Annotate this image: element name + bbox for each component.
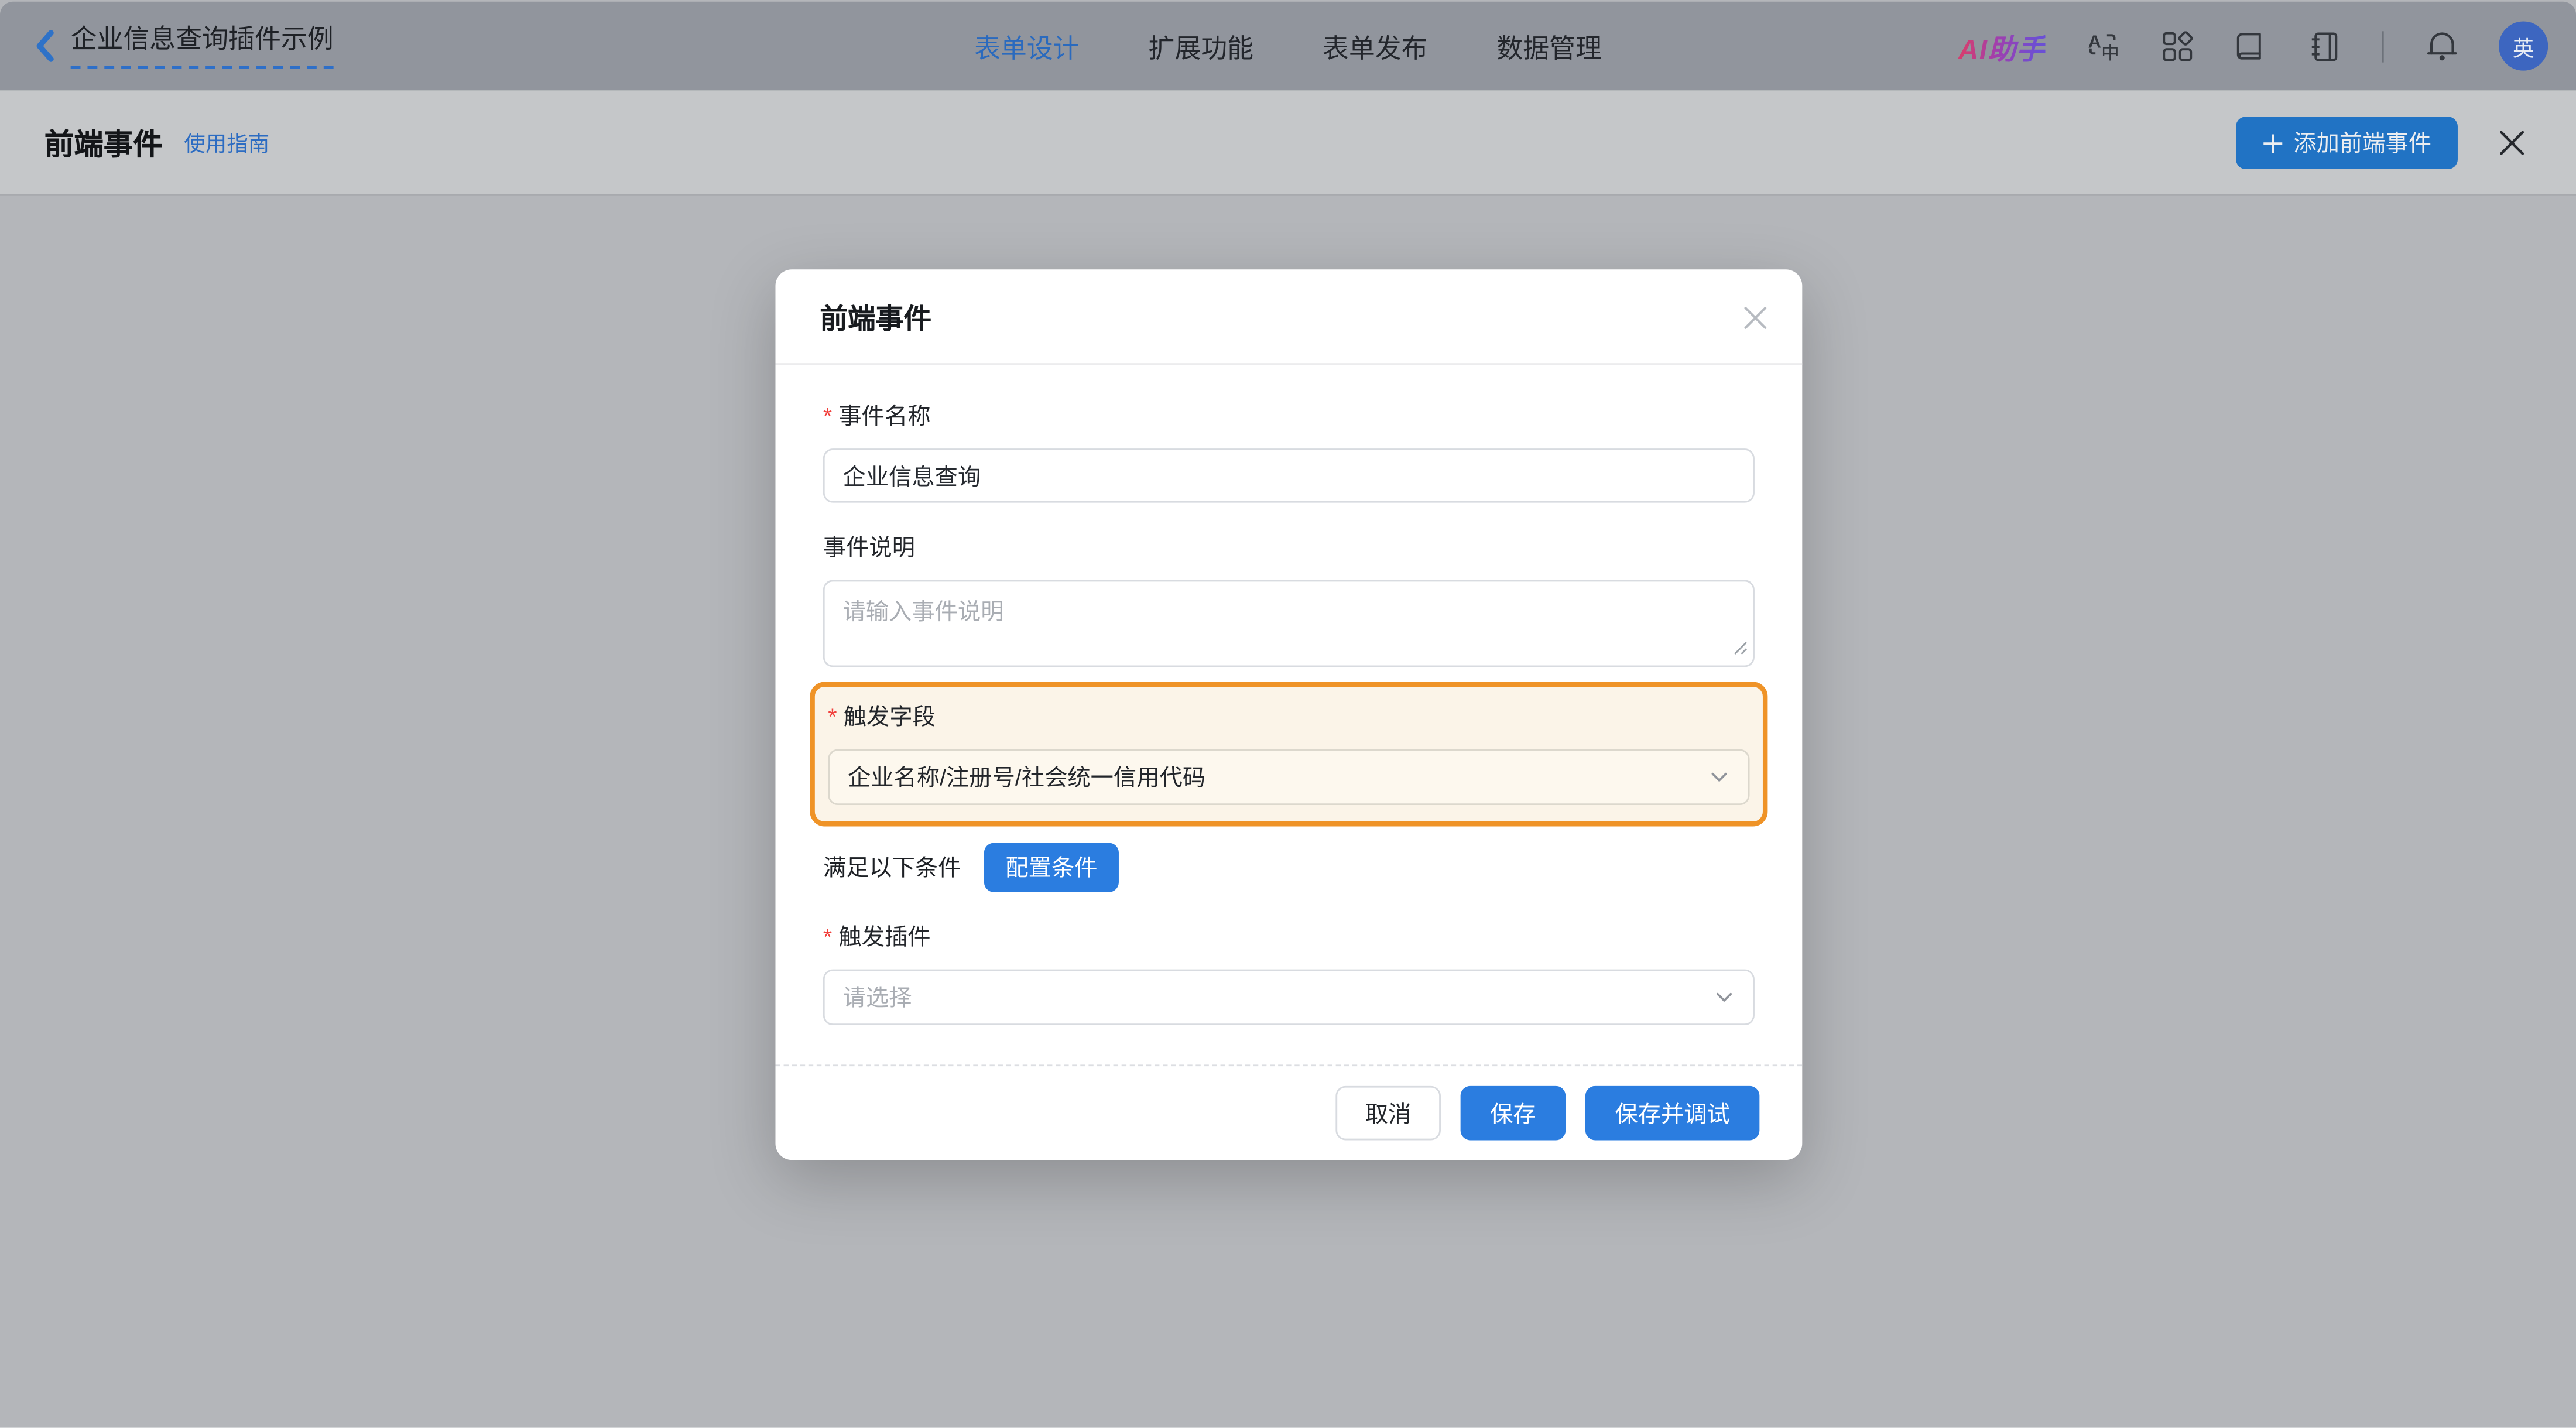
- back-button[interactable]: [35, 30, 56, 63]
- resize-handle[interactable]: [1733, 634, 1748, 660]
- save-and-debug-button[interactable]: 保存并调试: [1585, 1085, 1760, 1141]
- screenshot-viewport: 企业信息查询插件示例 表单设计 扩展功能 表单发布 数据管理 AI助手 A 中: [0, 0, 2576, 1428]
- dialog-header: 前端事件: [775, 269, 1803, 365]
- tab-form-design[interactable]: 表单设计: [974, 26, 1080, 66]
- usage-guide-link[interactable]: 使用指南: [184, 126, 269, 157]
- trigger-field-value: 企业名称/注册号/社会统一信用代码: [847, 763, 1206, 790]
- event-name-value: 企业信息查询: [842, 462, 981, 489]
- dialog-body: * 事件名称 企业信息查询 事件说明 请输入事件说明 * 触发字段 企业名称/注…: [775, 401, 1802, 1026]
- book-icon[interactable]: [2234, 30, 2267, 63]
- close-icon: [1744, 306, 1767, 328]
- ai-assistant-logo[interactable]: AI助手: [1958, 25, 2046, 66]
- required-mark: *: [823, 402, 833, 429]
- plus-icon: [2263, 133, 2283, 153]
- trigger-field-select[interactable]: 企业名称/注册号/社会统一信用代码: [828, 749, 1750, 805]
- tab-form-publish[interactable]: 表单发布: [1323, 26, 1428, 66]
- back-chevron-icon: [36, 30, 54, 62]
- event-name-label: 事件名称: [838, 402, 931, 429]
- save-button[interactable]: 保存: [1460, 1085, 1566, 1141]
- trigger-field-highlight-box: * 触发字段 企业名称/注册号/社会统一信用代码: [810, 682, 1768, 827]
- event-desc-placeholder: 请输入事件说明: [842, 598, 1004, 625]
- condition-row: 满足以下条件 配置条件: [823, 843, 1755, 892]
- configure-condition-button[interactable]: 配置条件: [984, 843, 1119, 892]
- required-mark: *: [828, 703, 837, 730]
- add-frontend-event-button[interactable]: 添加前端事件: [2236, 117, 2458, 170]
- translate-icon[interactable]: A 中: [2087, 30, 2119, 63]
- trigger-field-label-row: * 触发字段: [828, 701, 1749, 732]
- top-nav-bar: 企业信息查询插件示例 表单设计 扩展功能 表单发布 数据管理 AI助手 A 中: [0, 1, 2576, 91]
- topbar-divider: [2382, 30, 2384, 62]
- toolbar-title: 前端事件: [44, 127, 163, 160]
- document-title[interactable]: 企业信息查询插件示例: [70, 24, 334, 69]
- event-name-input[interactable]: 企业信息查询: [823, 448, 1755, 503]
- chevron-down-icon: [1714, 987, 1735, 1008]
- required-mark: *: [823, 923, 833, 950]
- trigger-plugin-label-row: * 触发插件: [823, 922, 1755, 953]
- tab-extensions[interactable]: 扩展功能: [1148, 26, 1253, 66]
- notebook-icon[interactable]: [2308, 30, 2341, 63]
- trigger-field-label: 触发字段: [843, 703, 936, 730]
- event-desc-textarea[interactable]: 请输入事件说明: [823, 580, 1755, 667]
- condition-text: 满足以下条件: [823, 854, 961, 881]
- notification-bell-icon[interactable]: [2425, 30, 2458, 63]
- cancel-button[interactable]: 取消: [1335, 1085, 1441, 1141]
- trigger-plugin-label: 触发插件: [838, 923, 931, 950]
- event-desc-label-row: 事件说明: [823, 532, 1755, 563]
- app-grid-icon[interactable]: [2160, 30, 2193, 63]
- topbar-actions: AI助手 A 中 英: [1958, 2, 2548, 91]
- tab-data-management[interactable]: 数据管理: [1496, 26, 1602, 66]
- dialog-close-button[interactable]: [1743, 304, 1769, 330]
- dialog-footer: 取消 保存 保存并调试: [775, 1064, 1803, 1160]
- user-avatar[interactable]: 英: [2499, 21, 2548, 71]
- event-name-label-row: * 事件名称: [823, 401, 1755, 432]
- frontend-event-dialog: 前端事件 * 事件名称 企业信息查询 事件说明 请输入事件说明 * 触发字段 企…: [775, 269, 1803, 1160]
- svg-text:中: 中: [2101, 43, 2119, 63]
- page: 企业信息查询插件示例 表单设计 扩展功能 表单发布 数据管理 AI助手 A 中: [0, 0, 2576, 1428]
- chevron-down-icon: [1708, 766, 1729, 787]
- trigger-plugin-placeholder: 请选择: [842, 984, 912, 1011]
- trigger-plugin-select[interactable]: 请选择: [823, 969, 1755, 1026]
- panel-close-button[interactable]: [2499, 130, 2525, 156]
- nav-tabs: 表单设计 扩展功能 表单发布 数据管理: [974, 2, 1602, 91]
- close-icon: [2500, 131, 2524, 155]
- add-button-label: 添加前端事件: [2293, 129, 2432, 156]
- dialog-title: 前端事件: [820, 304, 932, 335]
- frontend-events-toolbar: 前端事件 使用指南 添加前端事件: [0, 90, 2576, 196]
- event-desc-label: 事件说明: [823, 533, 916, 560]
